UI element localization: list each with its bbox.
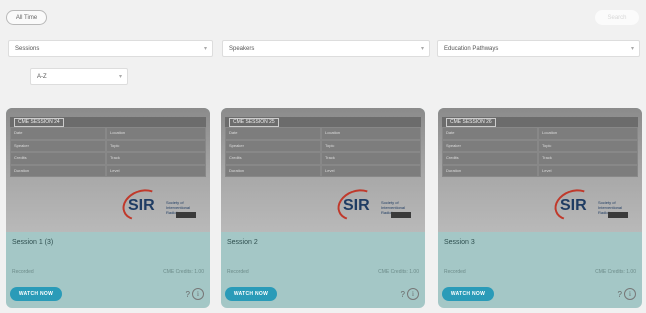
grid-cell: Level bbox=[321, 164, 421, 177]
session-title: Session 1 (3) bbox=[12, 239, 54, 246]
thumbnail-header: CME SESSION 24 bbox=[10, 117, 206, 127]
session-credits: CME Credits: 1.00 bbox=[378, 269, 419, 275]
thumbnail-info-grid: Date Location Speaker Topic Credits Trac… bbox=[225, 127, 421, 177]
thumbnail-header: CME SESSION 26 bbox=[442, 117, 638, 127]
sort-select[interactable]: A-Z ▾ bbox=[30, 68, 128, 85]
sessions-select[interactable]: Sessions ▾ bbox=[8, 40, 213, 57]
session-thumbnail: CME SESSION 26 Date Location Speaker Top… bbox=[438, 108, 642, 232]
grid-cell: Track bbox=[538, 152, 638, 165]
watch-now-button[interactable]: WATCH NOW bbox=[442, 287, 494, 301]
speakers-select[interactable]: Speakers ▾ bbox=[222, 40, 430, 57]
grid-cell: Speaker bbox=[10, 139, 106, 152]
help-icon[interactable]: ? bbox=[186, 290, 190, 299]
education-pathways-select[interactable]: Education Pathways ▾ bbox=[437, 40, 640, 57]
chevron-down-icon: ▾ bbox=[420, 46, 424, 52]
session-card[interactable]: CME SESSION 26 Date Location Speaker Top… bbox=[438, 108, 642, 308]
grid-cell: Topic bbox=[321, 139, 421, 152]
grid-cell: Location bbox=[106, 127, 206, 140]
session-credits: CME Credits: 1.00 bbox=[595, 269, 636, 275]
grid-cell: Track bbox=[321, 152, 421, 165]
grid-cell: Credits bbox=[442, 152, 538, 165]
grid-cell: Track bbox=[106, 152, 206, 165]
session-title: Session 2 bbox=[227, 239, 258, 246]
thumbnail-header-label: CME SESSION 24 bbox=[14, 118, 64, 127]
education-pathways-select-value: Education Pathways bbox=[444, 45, 499, 52]
grid-cell: Credits bbox=[10, 152, 106, 165]
help-icon[interactable]: ? bbox=[401, 290, 405, 299]
grid-cell: Location bbox=[321, 127, 421, 140]
session-status: Recorded bbox=[227, 269, 249, 275]
watch-now-button[interactable]: WATCH NOW bbox=[10, 287, 62, 301]
info-icon[interactable]: i bbox=[624, 288, 636, 300]
grid-cell: Duration bbox=[10, 164, 106, 177]
session-card[interactable]: CME SESSION 24 Date Location Speaker Top… bbox=[6, 108, 210, 308]
grid-cell: Date bbox=[10, 127, 106, 140]
thumbnail-header: CME SESSION 25 bbox=[225, 117, 421, 127]
session-credits: CME Credits: 1.00 bbox=[163, 269, 204, 275]
watch-now-button[interactable]: WATCH NOW bbox=[225, 287, 277, 301]
thumbnail-info-grid: Date Location Speaker Topic Credits Trac… bbox=[442, 127, 638, 177]
grid-cell: Level bbox=[106, 164, 206, 177]
grid-cell: Date bbox=[225, 127, 321, 140]
session-thumbnail: CME SESSION 24 Date Location Speaker Top… bbox=[6, 108, 210, 232]
card-info: Session 2 Recorded CME Credits: 1.00 WAT… bbox=[221, 232, 425, 308]
sort-select-value: A-Z bbox=[37, 73, 47, 80]
sessions-select-value: Sessions bbox=[15, 45, 40, 52]
sir-logo: SIR Society of Interventional Radiology bbox=[550, 184, 634, 226]
chevron-down-icon: ▾ bbox=[203, 46, 207, 52]
chevron-down-icon: ▾ bbox=[630, 46, 634, 52]
search-button[interactable]: Search bbox=[595, 10, 639, 25]
session-card[interactable]: CME SESSION 25 Date Location Speaker Top… bbox=[221, 108, 425, 308]
info-icon[interactable]: i bbox=[192, 288, 204, 300]
grid-cell: Duration bbox=[442, 164, 538, 177]
grid-cell: Credits bbox=[225, 152, 321, 165]
thumbnail-header-label: CME SESSION 25 bbox=[229, 118, 279, 127]
help-icon[interactable]: ? bbox=[618, 290, 622, 299]
thumbnail-info-grid: Date Location Speaker Topic Credits Trac… bbox=[10, 127, 206, 177]
info-icon[interactable]: i bbox=[407, 288, 419, 300]
all-time-filter-button[interactable]: All Time bbox=[6, 10, 47, 25]
chevron-down-icon: ▾ bbox=[118, 74, 122, 80]
session-thumbnail: CME SESSION 25 Date Location Speaker Top… bbox=[221, 108, 425, 232]
sir-logo: SIR Society of Interventional Radiology bbox=[333, 184, 417, 226]
grid-cell: Topic bbox=[106, 139, 206, 152]
grid-cell: Level bbox=[538, 164, 638, 177]
session-status: Recorded bbox=[12, 269, 34, 275]
grid-cell: Date bbox=[442, 127, 538, 140]
speakers-select-value: Speakers bbox=[229, 45, 255, 52]
card-info: Session 1 (3) Recorded CME Credits: 1.00… bbox=[6, 232, 210, 308]
grid-cell: Location bbox=[538, 127, 638, 140]
grid-cell: Topic bbox=[538, 139, 638, 152]
thumbnail-header-label: CME SESSION 26 bbox=[446, 118, 496, 127]
grid-cell: Duration bbox=[225, 164, 321, 177]
grid-cell: Speaker bbox=[225, 139, 321, 152]
session-title: Session 3 bbox=[444, 239, 475, 246]
card-info: Session 3 Recorded CME Credits: 1.00 WAT… bbox=[438, 232, 642, 308]
session-status: Recorded bbox=[444, 269, 466, 275]
sir-logo: SIR Society of Interventional Radiology bbox=[118, 184, 202, 226]
grid-cell: Speaker bbox=[442, 139, 538, 152]
